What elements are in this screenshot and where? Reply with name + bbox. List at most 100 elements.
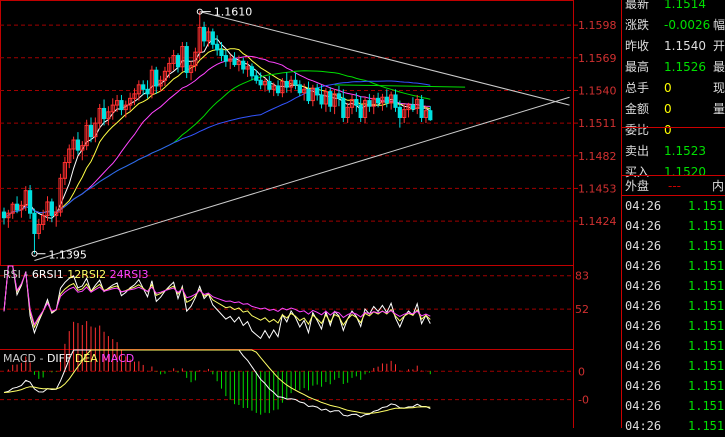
quote-label: 卖出 [625, 144, 650, 158]
price-axis-labels: 1.1598 1.1569 1.1540 1.1511 1.1482 1.1453 1.14… [578, 19, 617, 228]
candle-body [258, 79, 263, 86]
moving-average-lines [3, 38, 431, 219]
legend-item: DIFF [46, 352, 72, 365]
tick-time: 04:26 [625, 279, 662, 293]
tick-time: 04:26 [625, 199, 662, 213]
tick-row[interactable]: 04:26 1.151 [622, 296, 725, 317]
quote-label-right: 量 [713, 102, 725, 116]
tick-price: 1.151 [688, 199, 725, 213]
candle-body [145, 88, 150, 95]
legend-item: - [20, 268, 32, 281]
tick-row[interactable]: 04:26 1.151 [622, 256, 725, 277]
macd-histogram [7, 321, 431, 415]
outer-disk-label: 外盘 [625, 179, 650, 193]
tick-price: 1.151 [688, 419, 725, 433]
price-tick-label: 1.1424 [578, 215, 617, 228]
moving-average-line [3, 70, 431, 219]
candle-body [28, 190, 33, 214]
tick-time: 04:26 [625, 219, 662, 233]
trade-side-divider: --- [668, 179, 681, 193]
rsi-legend: RSI - 6RSI1 12RSI2 24RSI3 [3, 268, 148, 281]
trendline [334, 84, 466, 88]
tick-price: 1.151 [688, 339, 725, 353]
tick-price: 1.151 [688, 359, 725, 373]
candle-body [376, 97, 381, 104]
quote-row: 委比 0 [622, 120, 725, 140]
candle-body [75, 139, 81, 151]
quote-label-right: 最 [713, 60, 725, 74]
macd-tick-label: 0 [578, 365, 585, 378]
quote-label-right: 幅 [713, 18, 725, 32]
tick-row[interactable]: 04:26 1.151 [622, 276, 725, 297]
tick-row[interactable]: 04:26 1.151 [622, 216, 725, 237]
candle-body [241, 60, 246, 70]
tick-price: 1.151 [688, 299, 725, 313]
quote-label: 金额 [625, 102, 650, 116]
tick-row[interactable]: 04:26 1.151 [622, 356, 725, 377]
tick-row[interactable]: 04:26 1.151 [622, 196, 725, 217]
tick-price: 1.151 [688, 399, 725, 413]
macd-legend: MACD - DIFF DEA MACD [3, 352, 134, 365]
quote-row: 最新 1.1514 [622, 0, 725, 14]
candle-body [354, 98, 359, 106]
price-tick-label: 1.1453 [578, 182, 617, 195]
candle-body [358, 104, 363, 118]
tick-price: 1.151 [688, 319, 725, 333]
candle-body [284, 80, 289, 88]
quote-row: 金额 0 量 [622, 99, 725, 119]
price-tick-label: 1.1511 [578, 117, 617, 130]
tick-row[interactable]: 04:26 1.151 [622, 376, 725, 397]
tick-row[interactable]: 04:26 1.151 [622, 236, 725, 257]
quote-value: 1.1540 [664, 39, 706, 53]
candle-body [275, 85, 281, 94]
tick-row[interactable]: 04:26 1.151 [622, 336, 725, 357]
tick-time: 04:26 [625, 359, 662, 373]
legend-item: MACD [3, 352, 36, 365]
candle-body [297, 84, 302, 94]
tick-row[interactable]: 04:26 1.151 [622, 316, 725, 337]
candle-body [315, 87, 320, 96]
candle-body [341, 97, 346, 118]
quote-value: 0 [664, 81, 672, 95]
quote-label: 最新 [625, 0, 650, 11]
quote-value: 0 [664, 123, 672, 137]
candle-body [293, 79, 298, 86]
trendline [199, 11, 570, 106]
quote-row: 昨收 1.1540 开 [622, 36, 725, 56]
legend-item: - [35, 352, 47, 365]
legend-item: MACD [97, 352, 135, 365]
quote-label: 最高 [625, 60, 650, 74]
candle-body [384, 96, 389, 104]
candle-body [175, 55, 181, 68]
price-tick-label: 1.1540 [578, 84, 617, 97]
candle-body [14, 203, 20, 211]
divider [622, 175, 725, 176]
tick-time: 04:26 [625, 339, 662, 353]
moving-average-line [3, 48, 431, 219]
candle-body [419, 98, 424, 118]
tick-time: 04:26 [625, 319, 662, 333]
candle-body [141, 84, 146, 90]
candle-body [249, 66, 255, 77]
legend-item: DEA [71, 352, 98, 365]
candle-body [428, 110, 433, 121]
rsi-tick-label: 52 [575, 303, 589, 316]
moving-average-line [3, 38, 431, 219]
macd-tick-label: -0 [578, 394, 589, 407]
tick-time: 04:26 [625, 299, 662, 313]
rsi-tick-label: 83 [575, 270, 589, 283]
price-tick-label: 1.1598 [578, 19, 617, 32]
price-tick-label: 1.1569 [578, 52, 617, 65]
tick-row[interactable]: 04:26 1.151 [622, 416, 725, 437]
quote-value: 1.1526 [664, 60, 706, 74]
trendlines [34, 11, 570, 261]
quote-label: 总手 [625, 81, 650, 95]
candle-body [184, 46, 189, 73]
candle-body [1, 211, 7, 219]
tick-time: 04:26 [625, 399, 662, 413]
price-tick-label: 1.1482 [578, 150, 617, 163]
tick-time: 04:26 [625, 419, 662, 433]
quote-label: 委比 [625, 123, 650, 137]
tick-row[interactable]: 04:26 1.151 [622, 396, 725, 417]
quote-label: 涨跌 [625, 18, 650, 32]
